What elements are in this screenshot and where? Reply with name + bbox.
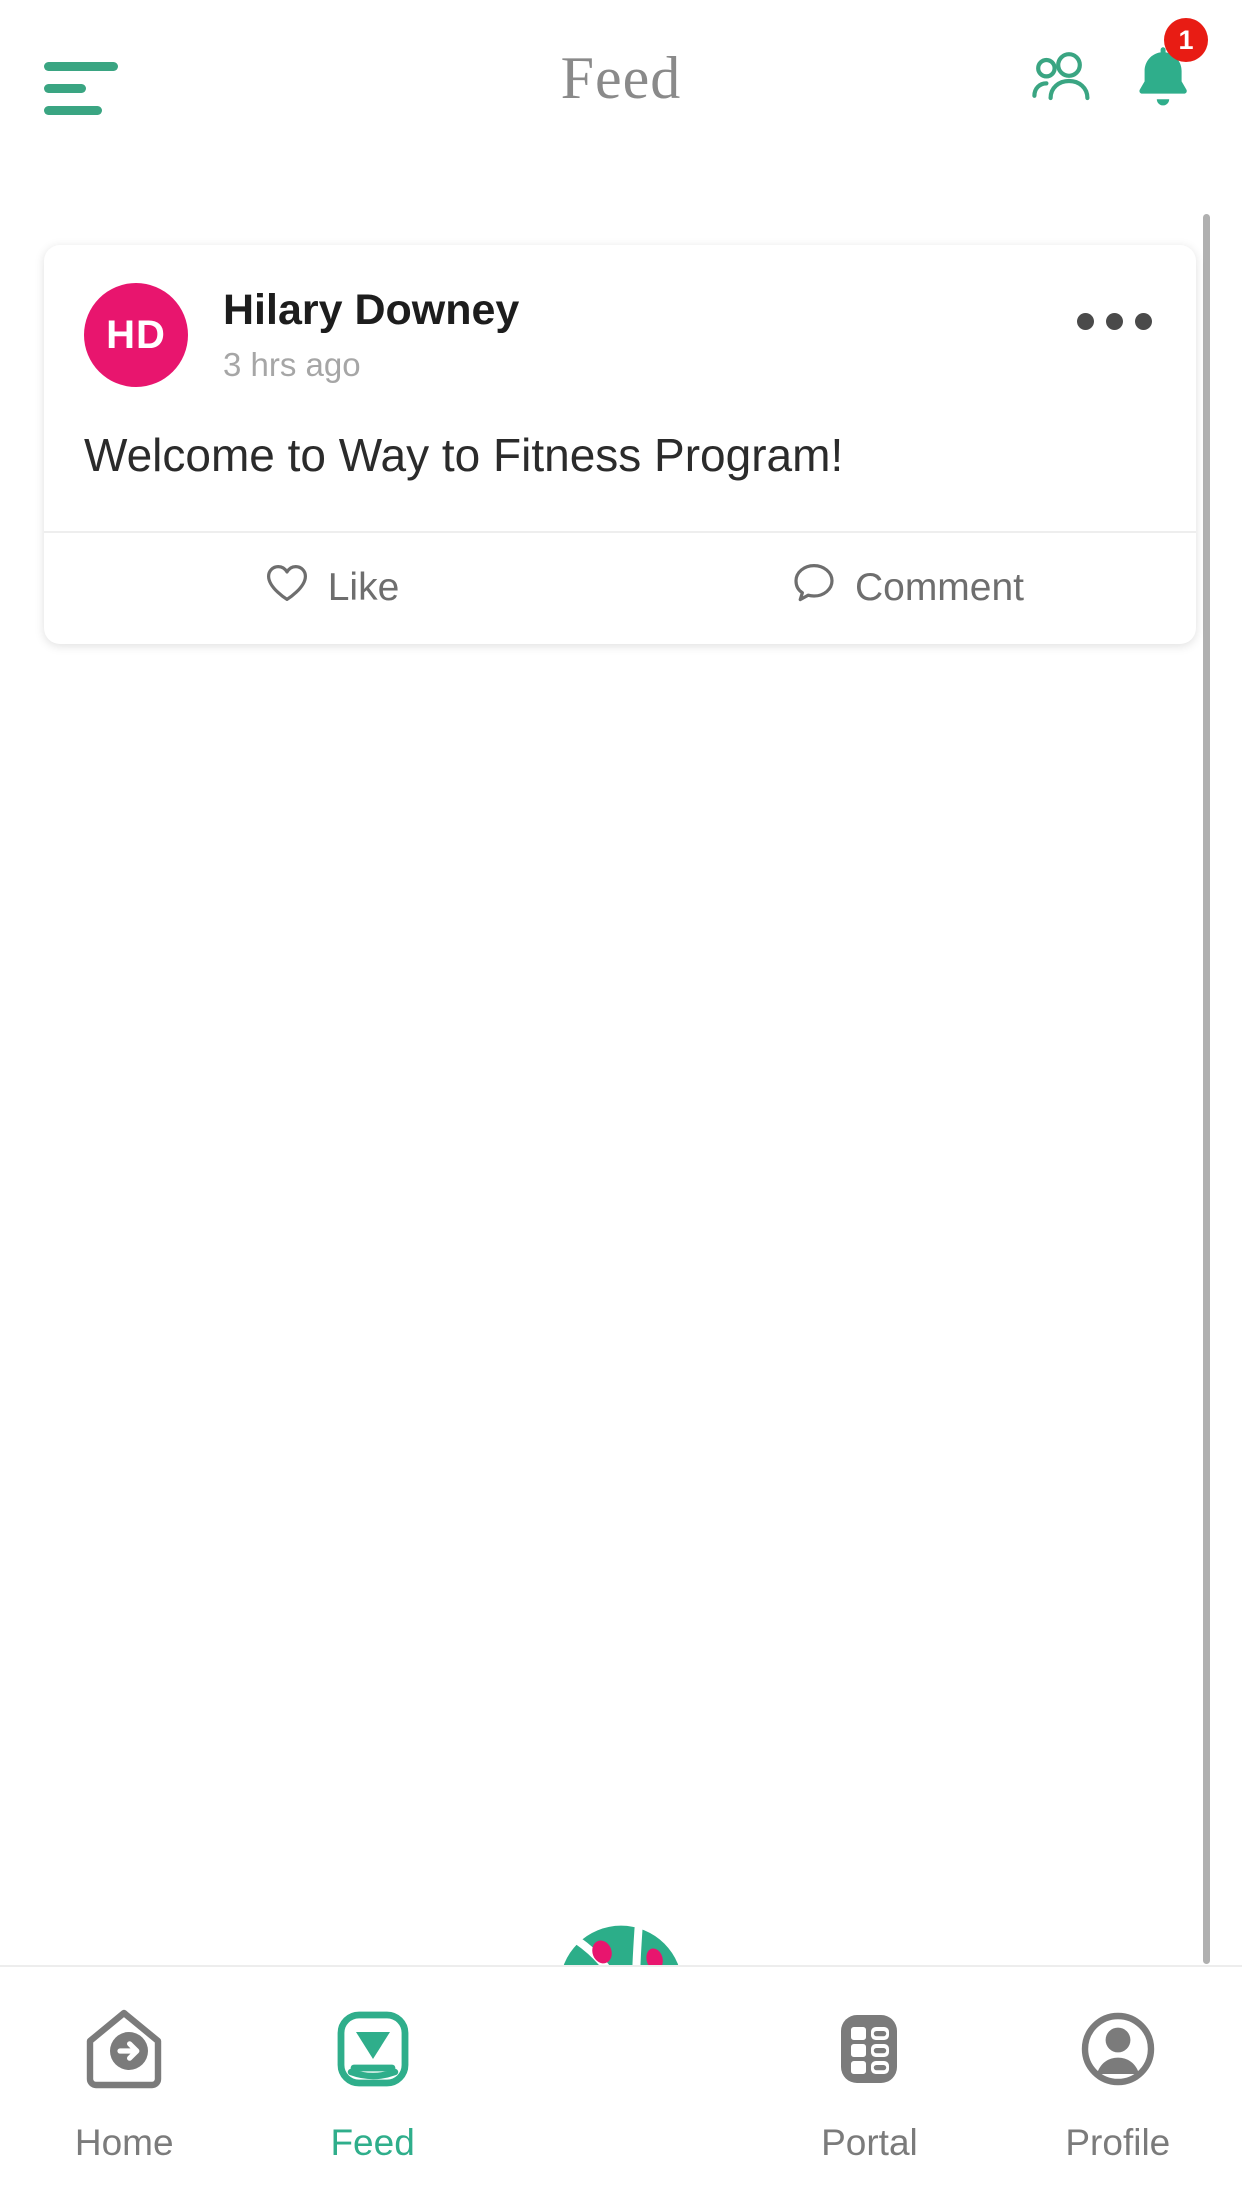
nav-label-portal: Portal <box>821 2122 918 2163</box>
post-actions: Like Comment <box>44 530 1196 644</box>
home-arrow-icon <box>76 2001 172 2102</box>
app-screen: Feed 1 HD Hilary Downey 3 hrs ago Welcom… <box>0 0 1242 2208</box>
like-button[interactable]: Like <box>44 533 620 644</box>
bell-icon[interactable]: 1 <box>1130 18 1208 110</box>
feed-post-card: HD Hilary Downey 3 hrs ago Welcome to Wa… <box>44 245 1196 644</box>
like-label: Like <box>327 566 400 609</box>
feed-scroll-area: HD Hilary Downey 3 hrs ago Welcome to Wa… <box>0 152 1242 1965</box>
nav-item-feed[interactable]: Feed <box>248 2001 496 2164</box>
notification-badge: 1 <box>1164 18 1208 62</box>
header-actions: 1 <box>1030 18 1208 110</box>
portal-list-icon <box>821 2001 917 2102</box>
comment-label: Comment <box>854 566 1025 609</box>
vertical-scrollbar[interactable] <box>1203 214 1210 1964</box>
avatar: HD <box>84 283 188 387</box>
nav-label-profile: Profile <box>1065 2122 1171 2163</box>
post-header: HD Hilary Downey 3 hrs ago <box>44 245 1196 387</box>
bottom-navigation: Home Feed Portal Profile <box>0 1965 1242 2208</box>
nav-item-portal[interactable]: Portal <box>745 2001 993 2164</box>
profile-person-icon <box>1070 2001 1166 2102</box>
feed-inbox-icon <box>325 2001 421 2102</box>
post-timestamp: 3 hrs ago <box>223 346 361 384</box>
nav-label-home: Home <box>74 2122 174 2163</box>
post-author-block: Hilary Downey 3 hrs ago <box>223 286 519 384</box>
post-author-name: Hilary Downey <box>223 285 520 334</box>
comment-bubble-icon <box>792 562 836 614</box>
more-options-icon[interactable] <box>1077 313 1152 330</box>
comment-button[interactable]: Comment <box>620 533 1196 644</box>
nav-label-feed: Feed <box>330 2122 415 2163</box>
people-icon[interactable] <box>1030 44 1096 110</box>
app-header: Feed 1 <box>0 0 1242 152</box>
post-body-text: Welcome to Way to Fitness Program! <box>84 429 844 481</box>
heart-outline-icon <box>265 563 309 613</box>
nav-item-profile[interactable]: Profile <box>994 2001 1242 2164</box>
nav-item-home[interactable]: Home <box>0 2001 248 2164</box>
